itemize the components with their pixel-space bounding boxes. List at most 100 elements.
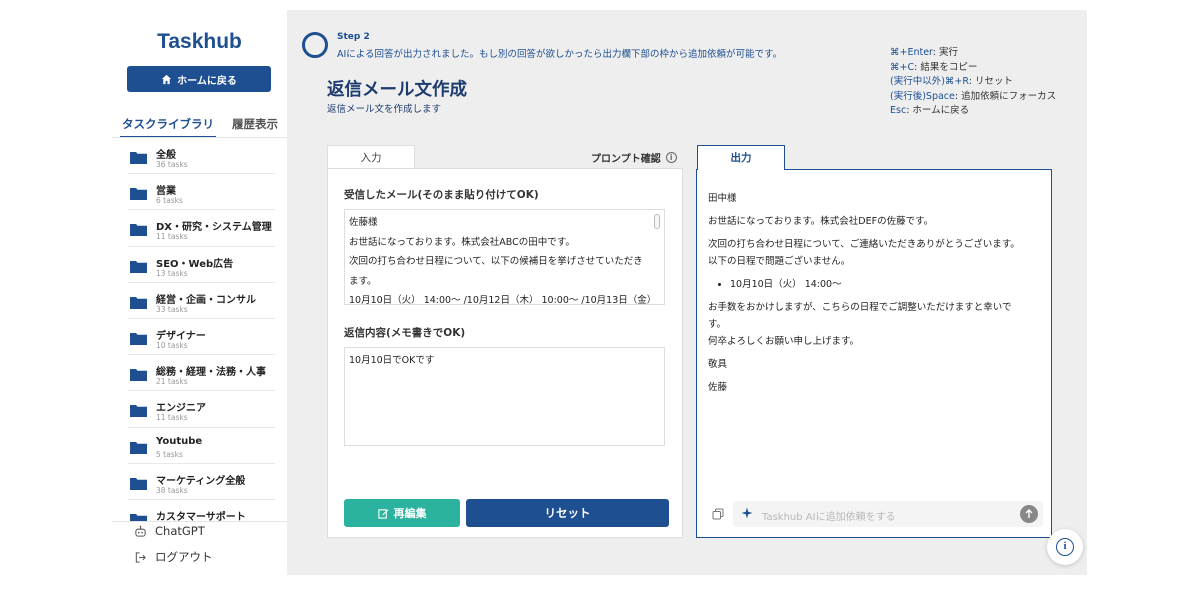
output-bullet-list: 10月10日（火） 14:00〜 — [708, 276, 1048, 293]
logout-icon — [135, 551, 146, 563]
sidebar-category-item[interactable]: DX・研究・システム管理 11 tasks — [128, 210, 275, 247]
sidebar: Taskhub ホームに戻る タスクライブラリ 履歴表示 全般 36 tasks 営… — [112, 10, 287, 575]
folder-icon — [130, 369, 147, 382]
sidebar-category-item[interactable]: 営業 6 tasks — [128, 174, 275, 211]
shortcut-desc: : 追加依頼にフォーカス — [954, 90, 1057, 102]
chatgpt-link[interactable]: ChatGPT — [134, 524, 205, 538]
category-name: DX・研究・システム管理 — [156, 222, 272, 234]
output-line: 敬具 — [708, 359, 728, 370]
shortcut-key: ⌘+C — [890, 61, 915, 73]
category-name: マーケティング全般 — [156, 475, 246, 487]
send-button[interactable] — [1020, 505, 1038, 523]
home-button-label: ホームに戻る — [177, 75, 237, 87]
tab-task-library[interactable]: タスクライブラリ — [120, 114, 216, 138]
app-logo[interactable]: Taskhub — [112, 30, 287, 54]
tab-history[interactable]: 履歴表示 — [230, 114, 280, 138]
shortcut-row: ⌘+C: 結果をコピー — [890, 61, 1056, 76]
shortcut-row: ⌘+Enter: 実行 — [890, 46, 1056, 61]
prompt-check-link[interactable]: プロンプト確認 i — [591, 150, 677, 165]
scrollbar-thumb[interactable] — [654, 214, 660, 229]
category-count: 13 tasks — [156, 268, 188, 278]
sidebar-category-item[interactable]: SEO・Web広告 13 tasks — [128, 247, 275, 283]
category-count: 6 tasks — [156, 196, 183, 206]
home-icon — [162, 74, 172, 84]
reedit-button[interactable]: 再編集 — [344, 499, 460, 527]
shortcut-desc: : リセット — [968, 76, 1013, 87]
folder-icon — [130, 513, 147, 521]
category-count: 36 tasks — [156, 160, 188, 169]
reply-content-textarea[interactable]: 10月10日でOKです — [344, 347, 665, 446]
robot-icon — [135, 525, 146, 537]
output-line: す。 — [708, 319, 727, 330]
logout-link[interactable]: ログアウト — [134, 549, 213, 565]
copy-icon[interactable] — [712, 508, 724, 520]
category-count: 11 tasks — [156, 413, 188, 423]
textarea-line: ます。 — [349, 275, 377, 287]
chatgpt-label: ChatGPT — [155, 524, 205, 538]
folder-icon — [130, 296, 147, 309]
sidebar-category-item[interactable]: 全般 36 tasks — [128, 138, 275, 175]
sidebar-category-item[interactable]: マーケティング全般 38 tasks — [128, 464, 275, 500]
arrow-up-icon — [1025, 509, 1033, 518]
folder-icon — [130, 441, 147, 454]
received-mail-textarea[interactable]: 佐藤様 お世話になっております。株式会社ABCの田中です。 次回の打ち合わせ日程… — [344, 209, 665, 305]
reset-button[interactable]: リセット — [466, 499, 669, 527]
category-name: Youtube — [156, 435, 203, 447]
shortcut-row: (実行中以外)⌘+R: リセット — [890, 75, 1056, 90]
textarea-line: 佐藤様 — [349, 217, 378, 228]
shortcut-row: Esc: ホームに戻る — [890, 104, 1056, 119]
output-line: 何卒よろしくお願い申し上げます。 — [708, 336, 860, 347]
shortcut-desc: : 結果をコピー — [914, 61, 978, 73]
shortcut-list: ⌘+Enter: 実行 ⌘+C: 結果をコピー (実行中以外)⌘+R: リセット (実… — [890, 46, 1056, 119]
output-panel: 田中様 お世話になっております。株式会社DEFの佐藤です。 次回の打ち合わせ日程… — [696, 169, 1052, 538]
step-progress-icon — [302, 32, 328, 58]
output-bullet-item: 10月10日（火） 14:00〜 — [730, 276, 1048, 293]
followup-input[interactable]: Taskhub AIに追加依頼をする — [733, 501, 1043, 527]
page-subtitle: 返信メール文を作成します — [327, 104, 442, 115]
category-name: 総務・経理・法務・人事 — [156, 367, 266, 379]
home-button[interactable]: ホームに戻る — [127, 66, 271, 92]
tab-output[interactable]: 出力 — [697, 145, 785, 170]
sidebar-category-item[interactable]: Youtube 5 tasks — [128, 428, 275, 464]
sidebar-category-item[interactable]: カスタマーサポート — [128, 500, 275, 521]
info-button[interactable]: i — [1047, 529, 1083, 565]
sidebar-category-item[interactable]: 総務・経理・法務・人事 21 tasks — [128, 355, 275, 392]
output-line: 田中様 — [708, 193, 737, 204]
textarea-line: お世話になっております。株式会社ABCの田中です。 — [349, 236, 575, 248]
output-line: お世話になっております。株式会社DEFの佐藤です。 — [708, 216, 934, 227]
textarea-line: 次回の打ち合わせ日程について、以下の候補日を挙げさせていただき — [349, 256, 643, 267]
output-line: 佐藤 — [708, 382, 728, 393]
input-panel: 受信したメール(そのまま貼り付けてOK) 佐藤様 お世話になっております。株式会… — [327, 168, 683, 538]
folder-icon — [130, 332, 147, 345]
sidebar-category-item[interactable]: エンジニア 11 tasks — [128, 391, 275, 428]
textarea-line: 10月10日（火） 14:00〜 /10月12日（木） 10:00〜 /10月1… — [349, 295, 657, 305]
category-name: デザイナー — [156, 330, 206, 342]
sparkle-icon — [741, 507, 753, 519]
sidebar-category-item[interactable]: 経営・企画・コンサル 33 tasks — [128, 283, 275, 319]
textarea-value: 10月10日でOKです — [349, 355, 435, 366]
folder-icon — [130, 477, 147, 490]
category-name: SEO・Web広告 — [156, 258, 234, 270]
reply-content-label: 返信内容(メモ書きでOK) — [344, 327, 466, 339]
category-count: 21 tasks — [156, 377, 188, 387]
tab-input[interactable]: 入力 — [327, 145, 415, 169]
category-name: カスタマーサポート — [156, 511, 246, 521]
shortcut-key: (実行中以外)⌘+R — [890, 76, 969, 87]
category-count: 33 tasks — [156, 304, 188, 314]
shortcut-key: (実行後)Space — [890, 90, 955, 102]
shortcut-desc: : ホームに戻る — [906, 105, 970, 116]
step-description: AIによる回答が出力されました。もし別の回答が欲しかったら出力欄下部の枠から追加… — [337, 49, 783, 60]
sidebar-category-item[interactable]: デザイナー 10 tasks — [128, 319, 275, 356]
output-text: 田中様 お世話になっております。株式会社DEFの佐藤です。 次回の打ち合わせ日程… — [708, 190, 1048, 396]
edit-icon — [377, 508, 388, 519]
folder-icon — [130, 260, 147, 273]
step-label: Step 2 — [337, 32, 370, 42]
info-circle-icon: i — [1056, 538, 1074, 556]
output-line: 次回の打ち合わせ日程について、ご連絡いただきありがとうございます。 — [708, 239, 1020, 250]
folder-icon — [130, 224, 147, 237]
divider — [112, 521, 287, 522]
info-icon: i — [665, 152, 677, 163]
main-area: Step 2 AIによる回答が出力されました。もし別の回答が欲しかったら出力欄下… — [287, 10, 1087, 575]
folder-icon — [130, 152, 147, 164]
output-line: お手数をおかけしますが、こちらの日程でご調整いただけますと幸いで — [708, 302, 1012, 313]
